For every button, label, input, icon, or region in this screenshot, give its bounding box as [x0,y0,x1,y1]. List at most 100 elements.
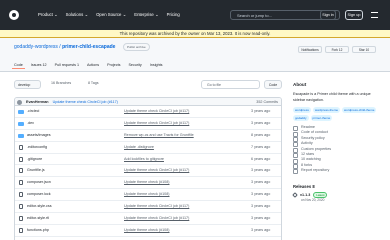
file-name[interactable]: composer.lock [27,189,51,200]
table-row[interactable]: .circleci Update theme check CircleCI job… [15,106,281,118]
table-row[interactable]: Gruntfile.js Update theme check CircleCI … [15,165,281,178]
tab-security[interactable]: Security [128,63,141,67]
table-row[interactable]: .editorconfig Update .distignore 7 years a… [15,142,281,154]
releases-heading[interactable]: Releases 8 [293,184,390,189]
file-name[interactable]: assets/images [27,130,51,141]
tab-insights[interactable]: Insights [150,63,163,67]
latest-badge: Latest [313,191,328,198]
release-date: on Nov 20, 2020 [301,197,325,202]
commit-message[interactable]: Update theme check CircleCI job (#117) [124,118,189,129]
repository-sidebar: About Escapade is a Primer child theme w… [292,82,390,202]
branches-link[interactable]: 16 Branches [51,81,71,85]
notifications-button[interactable]: Notifications [298,46,322,53]
nav-solutions[interactable]: Solutions ⌄ [66,12,88,18]
branch-selector[interactable]: develop [14,80,41,89]
github-logo-icon[interactable] [9,10,19,20]
topic-list: wordpress wordpress-theme wordpress-chil… [293,107,385,121]
file-name[interactable]: editor-style.css [27,201,52,212]
table-row[interactable]: assets/images Remove wp-cs and use Travis… [15,130,281,142]
tab-issues[interactable]: Issues 12 [31,63,47,67]
commit-message[interactable]: Update theme check CircleCI job (#117) [124,165,189,176]
commit-date: 3 years ago [251,120,271,125]
commit-message[interactable]: Update .distignore [124,142,154,153]
file-icon [19,204,23,210]
tab-pull-requests[interactable]: Pull requests 1 [55,63,79,67]
repo-title[interactable]: godaddy-wordpress / primer-child-escapad… [14,44,115,50]
latest-commit-message[interactable]: Update theme check CircleCI job (#117) [53,100,118,104]
file-name[interactable]: .editorconfig [27,142,47,153]
table-row[interactable]: editor-style.rtl Update theme check Circl… [15,213,281,225]
table-row[interactable]: editor-style.css Update theme check Circl… [15,201,281,214]
fork-button[interactable]: Fork 12 [325,46,349,53]
main-navigation: Product ⌄ Solutions ⌄ Open Source ⌄ Ente… [38,12,180,18]
tab-actions[interactable]: Actions [87,63,99,67]
top-navigation-bar: Product ⌄ Solutions ⌄ Open Source ⌄ Ente… [0,0,390,30]
file-name[interactable]: .circleci [27,106,39,117]
commit-message[interactable]: Add lockfiles to gitignore [124,154,164,165]
topic-tag[interactable]: primer-theme [310,115,333,121]
commit-count[interactable]: 352 Commits [256,98,278,106]
topic-tag[interactable]: wordpress-theme [312,107,341,113]
star-button[interactable]: Star 10 [352,46,376,53]
commit-message[interactable]: Update theme check (#108) [124,177,170,188]
repository-actions: Notifications Fork 12 Star 10 [298,46,376,53]
nav-open-source[interactable]: Open Source ⌄ [96,12,126,18]
table-row[interactable]: functions.php Update theme check (#108) 3 … [15,225,281,237]
code-button[interactable]: Code [264,80,282,89]
file-name[interactable]: functions.php [27,225,49,236]
go-to-file-input[interactable]: Go to file [201,80,260,89]
report-repository-link[interactable]: Report repository [293,168,390,175]
avatar[interactable] [17,99,22,105]
about-description: Escapade is a Primer child theme with a … [293,92,371,102]
sign-in-link[interactable]: Sign in [320,10,336,20]
branch-toolbar: develop 16 Branches 8 Tags Go to file Co… [14,80,282,89]
commit-date: 3 years ago [251,168,271,173]
nav-pricing[interactable]: Pricing [167,12,180,18]
table-row[interactable]: composer.json Update theme check (#108) 3 … [15,177,281,190]
repository-header: godaddy-wordpress / primer-child-escapad… [0,38,390,72]
file-name[interactable]: .gitignore [27,154,42,165]
table-row[interactable]: .dev Update theme check CircleCI job (#11… [15,118,281,130]
hamburger-menu-icon[interactable] [371,12,378,18]
table-row[interactable]: composer.lock Update theme check (#108) 3 … [15,189,281,202]
commit-message[interactable]: Update theme check CircleCI job (#117) [124,106,189,117]
commit-date: 3 years ago [251,180,271,185]
file-icon [19,156,23,162]
file-name[interactable]: editor-style.rtl [27,213,49,224]
repository-tabs: Code Issues 12 Pull requests 1 Actions P… [12,63,163,69]
topic-tag[interactable]: wordpress-child-theme [342,107,377,113]
commit-message[interactable]: Update theme check CircleCI job (#117) [124,213,189,224]
tab-projects[interactable]: Projects [107,63,120,67]
commit-message[interactable]: Update theme check (#108) [124,189,170,200]
topic-tag[interactable]: godaddy [293,115,309,121]
file-icon [19,216,23,222]
tag-icon [292,191,298,198]
commit-author[interactable]: EvanHerman [26,100,49,104]
table-row[interactable]: .gitignore Add lockfiles to gitignore 6 ye… [15,154,281,166]
file-icon [19,144,23,150]
archive-banner: This repository was archived by the owne… [0,30,390,38]
about-heading: About [293,82,307,87]
tags-link[interactable]: 8 Tags [88,81,99,85]
file-name[interactable]: .dev [27,118,34,129]
nav-enterprise[interactable]: Enterprise ⌄ [134,12,158,18]
release-tag[interactable]: v1.1.3 [300,193,310,197]
topic-tag[interactable]: wordpress [293,107,311,113]
commit-date: 3 years ago [251,204,271,209]
file-icon [19,192,23,198]
commit-message[interactable]: Remove wp-cs and use Travis for Gruntfil… [124,130,194,141]
about-links: Readme Code of conduct Security policy A… [293,125,390,175]
file-name[interactable]: Gruntfile.js [27,165,45,176]
commit-message[interactable]: Update theme check CircleCI job (#117) [124,201,189,212]
latest-commit-header: EvanHerman Update theme check CircleCI j… [15,98,281,106]
commit-date: 6 years ago [251,156,271,161]
nav-product[interactable]: Product ⌄ [38,12,58,18]
commit-date: 3 years ago [251,192,271,197]
commit-message[interactable]: Update theme check (#108) [124,225,170,236]
commit-date: 3 years ago [251,216,271,221]
commit-date: 8 years ago [251,132,271,137]
sign-up-button[interactable]: Sign up [345,10,363,20]
file-name[interactable]: composer.json [27,177,51,188]
commit-date: 7 years ago [251,144,271,149]
tab-code[interactable]: Code [12,63,25,69]
